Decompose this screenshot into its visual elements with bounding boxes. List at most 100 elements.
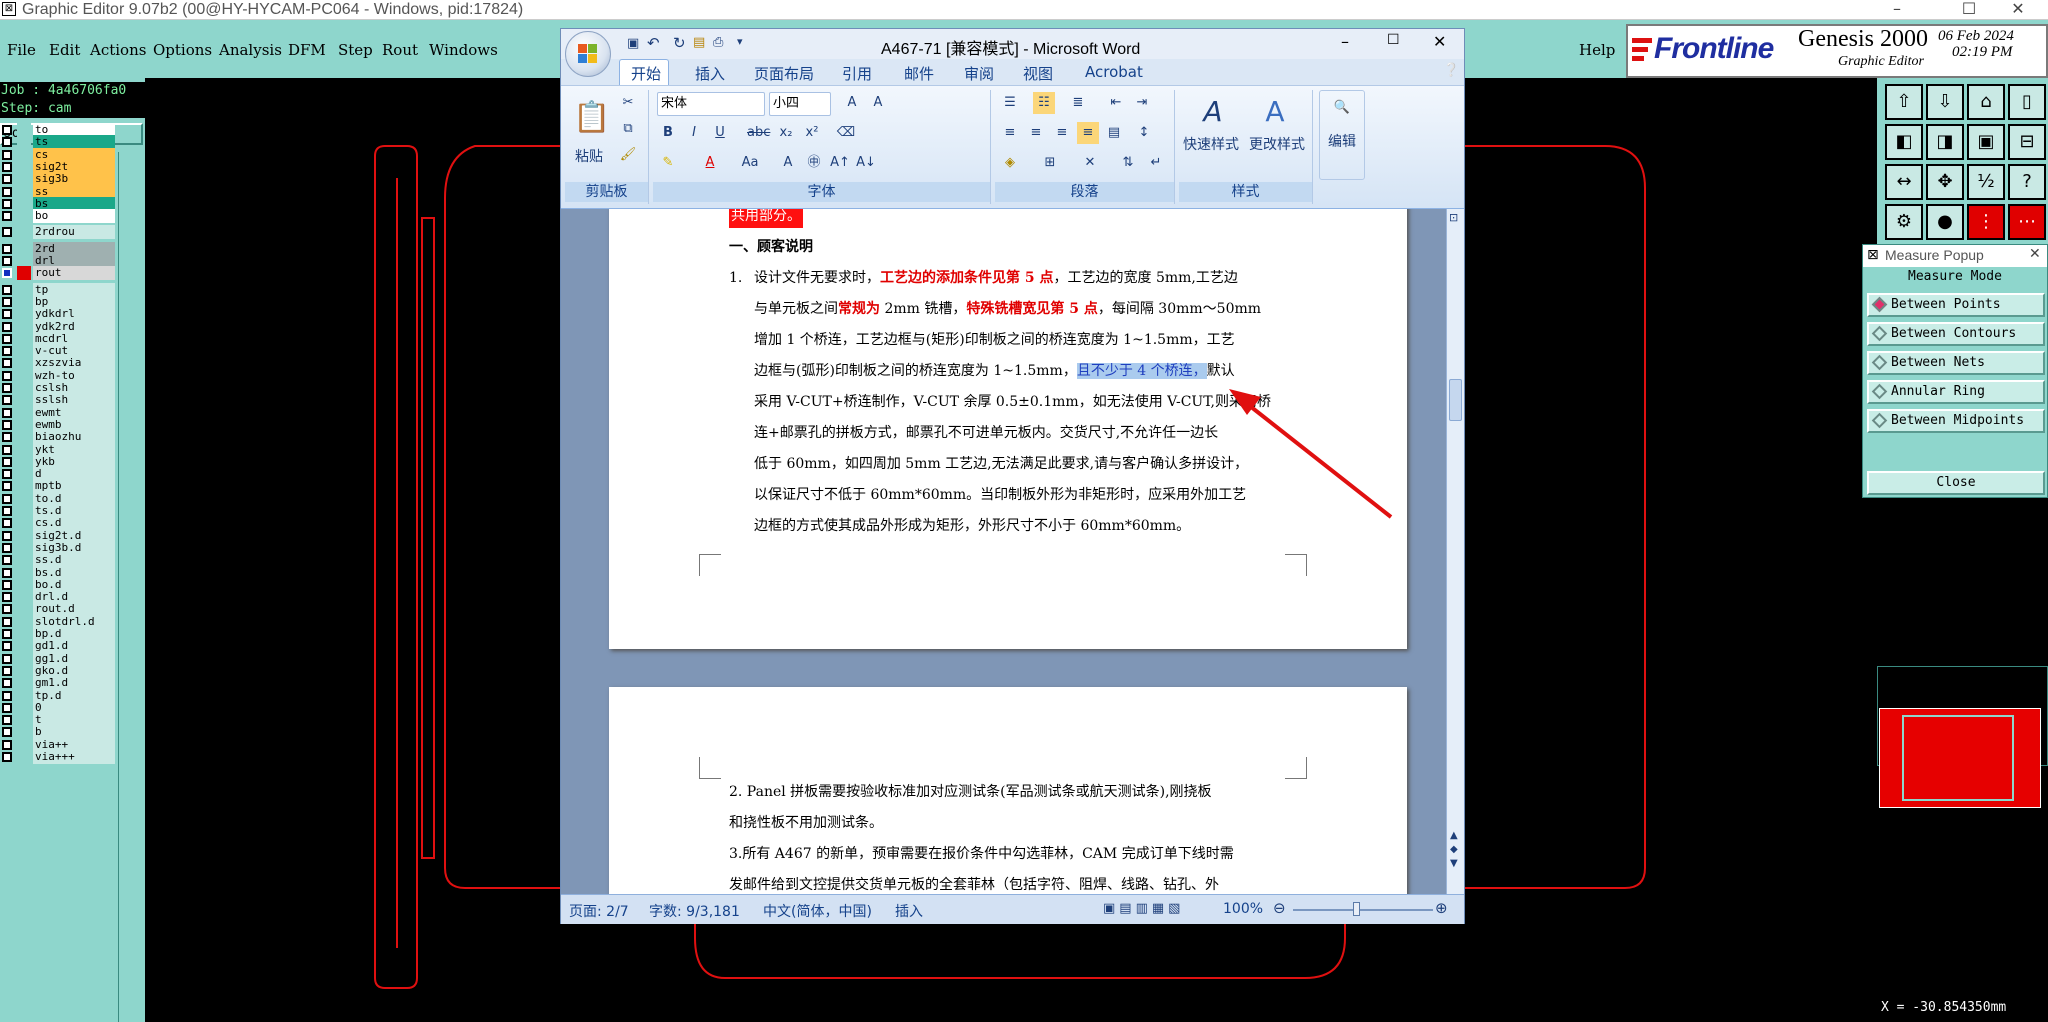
layer-checkbox[interactable] bbox=[2, 653, 12, 664]
layer-checkbox[interactable] bbox=[2, 346, 12, 357]
word-count[interactable]: 字数: 9/3,181 bbox=[649, 901, 740, 921]
change-styles-label[interactable]: 更改样式 bbox=[1249, 134, 1305, 154]
layer-checkbox[interactable] bbox=[2, 629, 12, 639]
zoom-up-icon[interactable]: ⇧ bbox=[1885, 84, 1923, 120]
undo-icon[interactable]: ↶ bbox=[647, 34, 660, 52]
minimize-button[interactable]: – bbox=[1874, 0, 1920, 18]
show-marks-icon[interactable]: ↵ bbox=[1145, 152, 1167, 174]
menu-options[interactable]: Options bbox=[153, 41, 212, 59]
layer-row[interactable]: bo bbox=[0, 209, 118, 224]
layer-checkbox[interactable] bbox=[2, 309, 12, 320]
save-icon[interactable]: ▣ bbox=[627, 36, 639, 51]
bullets-icon[interactable]: ☰ bbox=[999, 92, 1021, 114]
close-button[interactable]: ✕ bbox=[1995, 0, 2041, 18]
word-close-button[interactable]: ✕ bbox=[1433, 32, 1446, 51]
clear-format-icon[interactable]: ⌫ bbox=[835, 122, 857, 144]
font-name-select[interactable]: 宋体 bbox=[657, 92, 765, 116]
zoom-level[interactable]: 100% bbox=[1223, 901, 1263, 917]
grow-font-icon[interactable]: A bbox=[841, 92, 863, 114]
word-maximize-button[interactable]: ☐ bbox=[1387, 32, 1400, 48]
tab-view[interactable]: 视图 bbox=[1023, 63, 1053, 84]
tab-acrobat[interactable]: Acrobat bbox=[1085, 63, 1143, 81]
enclosed-char-icon[interactable]: ㊥ bbox=[803, 152, 825, 174]
home-icon[interactable]: ⌂ bbox=[1967, 84, 2005, 120]
layer-checkbox[interactable] bbox=[2, 702, 12, 713]
open-icon[interactable]: ▤ bbox=[693, 35, 705, 50]
menu-help[interactable]: Help bbox=[1579, 41, 1615, 59]
redo-icon[interactable]: ↻ bbox=[673, 34, 686, 52]
language-status[interactable]: 中文(简体，中国) bbox=[763, 901, 872, 921]
shrink-font-icon[interactable]: A bbox=[867, 92, 889, 114]
chinese-layout-icon[interactable]: ✕ bbox=[1079, 152, 1101, 174]
layer-checkbox[interactable] bbox=[2, 752, 12, 762]
page-count[interactable]: 页面: 2/7 bbox=[569, 901, 629, 921]
layer-list-scrollbar[interactable] bbox=[118, 152, 145, 1022]
measure-popup-close-icon[interactable]: ✕ bbox=[2029, 246, 2041, 262]
layer-checkbox[interactable] bbox=[2, 739, 12, 750]
layer-checkbox[interactable] bbox=[2, 481, 12, 492]
ruler-toggle-icon[interactable]: ⊡ bbox=[1449, 211, 1458, 224]
line-spacing-icon[interactable]: ↕ bbox=[1133, 122, 1155, 144]
tab-insert[interactable]: 插入 bbox=[695, 63, 725, 84]
menu-windows[interactable]: Windows bbox=[429, 41, 498, 59]
annular-ring-option[interactable]: Annular Ring bbox=[1867, 380, 2045, 404]
layer-row[interactable]: 2rdrou bbox=[0, 225, 118, 240]
measure-close-button[interactable]: Close bbox=[1867, 471, 2045, 495]
layer-row[interactable]: rout bbox=[0, 266, 118, 281]
insert-mode[interactable]: 插入 bbox=[895, 901, 923, 921]
shrink-icon[interactable]: A↓ bbox=[855, 152, 877, 174]
numbering-icon[interactable]: ☷ bbox=[1033, 92, 1055, 114]
layer-checkbox[interactable] bbox=[2, 493, 12, 504]
settings-icon[interactable]: ⚙ bbox=[1885, 204, 1923, 240]
layer-checkbox[interactable] bbox=[2, 321, 12, 332]
layer-checkbox[interactable] bbox=[2, 174, 12, 185]
menu-actions[interactable]: Actions bbox=[90, 41, 146, 59]
layer-checkbox[interactable] bbox=[2, 284, 12, 295]
quick-styles-label[interactable]: 快速样式 bbox=[1183, 134, 1239, 154]
layer-checkbox[interactable] bbox=[2, 715, 12, 726]
zoom-out-icon[interactable]: ⊖ bbox=[1273, 899, 1286, 917]
layer-checkbox[interactable] bbox=[2, 161, 12, 172]
menu-analysis[interactable]: Analysis bbox=[219, 41, 282, 59]
font-color-icon[interactable]: A bbox=[699, 152, 721, 174]
layer-checkbox[interactable] bbox=[2, 616, 12, 627]
layer-checkbox[interactable] bbox=[2, 227, 12, 238]
snap-icon[interactable]: ● bbox=[1926, 204, 1964, 240]
justify-icon[interactable]: ≡ bbox=[1077, 122, 1099, 144]
layer-checkbox[interactable] bbox=[2, 370, 12, 381]
increase-indent-icon[interactable]: ⇥ bbox=[1131, 92, 1153, 114]
layer-checkbox[interactable] bbox=[2, 727, 12, 738]
layer-checkbox[interactable] bbox=[2, 268, 12, 279]
help-icon[interactable]: ❔ bbox=[1443, 63, 1459, 78]
layer-checkbox[interactable] bbox=[2, 211, 12, 222]
subscript-icon[interactable]: x₂ bbox=[775, 122, 797, 144]
copy-icon[interactable]: ⧉ bbox=[617, 118, 639, 140]
strikethrough-icon[interactable]: abc bbox=[747, 122, 770, 144]
layer-checkbox[interactable] bbox=[2, 198, 12, 209]
align-center-icon[interactable]: ≡ bbox=[1025, 122, 1047, 144]
between-nets-option[interactable]: Between Nets bbox=[1867, 351, 2045, 375]
layer-checkbox[interactable] bbox=[2, 530, 12, 541]
filter-icon[interactable]: ⋯ bbox=[2008, 204, 2046, 240]
half-zoom-icon[interactable]: ½ bbox=[1967, 164, 2005, 200]
distributed-icon[interactable]: ▤ bbox=[1103, 122, 1125, 144]
paste-label[interactable]: 粘贴 bbox=[575, 146, 603, 166]
word-minimize-button[interactable]: – bbox=[1341, 32, 1349, 51]
layer-checkbox[interactable] bbox=[2, 469, 12, 480]
layer-checkbox[interactable] bbox=[2, 665, 12, 676]
maximize-button[interactable]: ☐ bbox=[1946, 0, 1992, 18]
layer-checkbox[interactable] bbox=[2, 186, 12, 197]
layer-checkbox[interactable] bbox=[2, 419, 12, 430]
between-contours-option[interactable]: Between Contours bbox=[1867, 322, 2045, 346]
measure-icon[interactable]: ⋮ bbox=[1967, 204, 2005, 240]
shading-icon[interactable]: ◈ bbox=[999, 152, 1021, 174]
layer-checkbox[interactable] bbox=[2, 432, 12, 443]
document-area[interactable]: 共用部分。 一、顾客说明 1. 设计文件无要求时，工艺边的添加条件见第 5 点，… bbox=[561, 209, 1464, 894]
help-tool-icon[interactable]: ? bbox=[2008, 164, 2046, 200]
tab-mailings[interactable]: 邮件 bbox=[904, 63, 934, 84]
fit-icon[interactable]: ▣ bbox=[1967, 124, 2005, 160]
layer-checkbox[interactable] bbox=[2, 567, 12, 578]
change-case-icon[interactable]: Aa bbox=[739, 152, 761, 174]
tab-page-layout[interactable]: 页面布局 bbox=[754, 63, 814, 84]
bold-icon[interactable]: B bbox=[657, 122, 679, 144]
